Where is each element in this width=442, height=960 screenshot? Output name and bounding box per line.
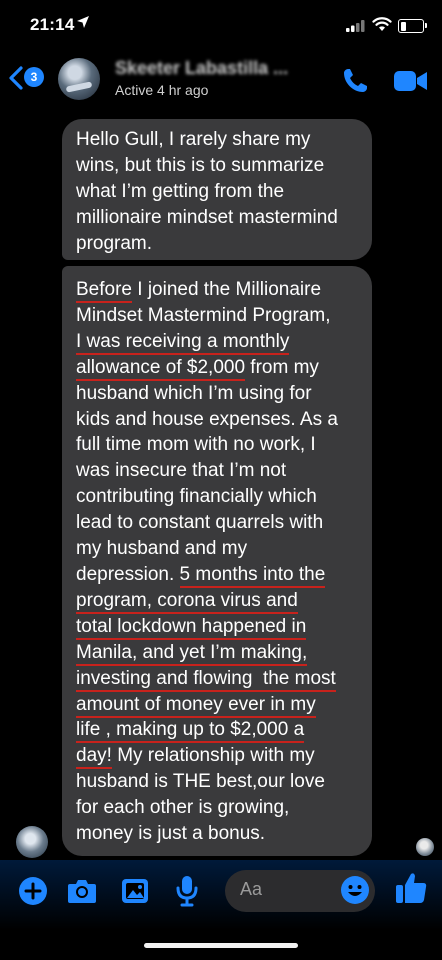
message-text: contributing financially which bbox=[76, 484, 358, 510]
message-text: millionaire mindset mastermind bbox=[76, 206, 338, 228]
message-text-segment: husband is THE best,our love bbox=[76, 771, 325, 793]
message-text: life , making up to $2,000 a bbox=[76, 717, 358, 744]
message-text-segment: depression. bbox=[76, 563, 180, 585]
message-text-segment: for each other is growing, bbox=[76, 797, 290, 819]
microphone-icon[interactable] bbox=[174, 874, 200, 908]
underlined-text: Before bbox=[76, 279, 132, 303]
unread-count-badge[interactable]: 3 bbox=[24, 67, 44, 87]
message-text-segment: was insecure that I’m not bbox=[76, 460, 287, 482]
message-text: day! My relationship with my bbox=[76, 743, 358, 770]
underlined-text: life , making up to $2,000 a bbox=[76, 719, 305, 744]
message-text-segment: full time mom with no work, I bbox=[76, 434, 316, 456]
back-chevron-icon[interactable] bbox=[8, 66, 24, 90]
status-time: 21:14 bbox=[30, 15, 75, 34]
thumbs-up-icon[interactable] bbox=[394, 870, 428, 906]
message-text: program, corona virus and bbox=[76, 588, 358, 614]
message-text-segment: kids and house expenses. As a bbox=[76, 408, 338, 430]
sender-avatar[interactable] bbox=[16, 826, 48, 858]
message-text: my husband and my bbox=[76, 536, 358, 562]
message-text-segment: money is just a bonus. bbox=[76, 823, 266, 845]
underlined-text: investing and flowing the most bbox=[76, 667, 336, 692]
message-text-segment: Mindset Mastermind Program, bbox=[76, 304, 331, 326]
message-text: husband which I’m using for bbox=[76, 381, 358, 407]
message-text: for each other is growing, bbox=[76, 795, 358, 821]
underlined-text: total lockdown happened in bbox=[76, 615, 307, 640]
message-text: was insecure that I’m not bbox=[76, 458, 358, 484]
location-arrow-icon bbox=[77, 16, 89, 28]
wifi-icon bbox=[372, 17, 392, 31]
message-text: I was receiving a monthly bbox=[76, 329, 358, 355]
message-text: kids and house expenses. As a bbox=[76, 407, 358, 433]
camera-icon[interactable] bbox=[66, 876, 98, 906]
message-text: Hello Gull, I rarely share my bbox=[76, 129, 311, 150]
message-text-segment: from my bbox=[245, 356, 319, 378]
seen-receipt-avatar bbox=[416, 838, 434, 856]
plus-icon[interactable] bbox=[18, 876, 48, 906]
message-text: husband is THE best,our love bbox=[76, 769, 358, 795]
message-bubble[interactable]: Hello Gull, I rarely share my wins, but … bbox=[62, 119, 372, 260]
underlined-text: 5 months into the bbox=[179, 563, 326, 588]
message-text-segment: lead to constant quarrels with bbox=[76, 512, 324, 534]
message-text: program. bbox=[76, 232, 153, 254]
underlined-text: allowance of $2,000 bbox=[76, 356, 246, 381]
battery-icon bbox=[398, 19, 427, 33]
contact-avatar[interactable] bbox=[58, 58, 100, 100]
home-indicator[interactable] bbox=[144, 943, 298, 948]
phone-icon[interactable] bbox=[340, 66, 370, 96]
message-text: full time mom with no work, I bbox=[76, 432, 358, 458]
signal-icon bbox=[346, 20, 365, 32]
message-text: Before I joined the Millionaire bbox=[76, 277, 358, 303]
underlined-text: day! bbox=[76, 745, 112, 770]
message-text-segment: contributing financially which bbox=[76, 486, 317, 508]
image-icon[interactable] bbox=[120, 876, 150, 906]
underlined-text: I was receiving a monthly bbox=[76, 330, 290, 355]
message-text: money is just a bonus. bbox=[76, 821, 358, 847]
message-text: Mindset Mastermind Program, bbox=[76, 303, 358, 329]
active-status: Active 4 hr ago bbox=[115, 82, 209, 98]
message-input-placeholder: Aa bbox=[240, 879, 263, 899]
message-text: allowance of $2,000 from my bbox=[76, 355, 358, 381]
message-text: Manila, and yet I’m making, bbox=[76, 640, 358, 666]
status-bar: 21:14 bbox=[0, 0, 442, 50]
message-text-segment: my husband and my bbox=[76, 538, 248, 560]
message-text: wins, but this is to summarize bbox=[76, 154, 325, 176]
message-text: investing and flowing the most bbox=[76, 666, 358, 692]
message-text: what I’m getting from the bbox=[76, 180, 285, 202]
video-camera-icon[interactable] bbox=[393, 69, 429, 93]
contact-name[interactable]: Skeeter Labastilla ... bbox=[115, 58, 288, 79]
message-text: amount of money ever in my bbox=[76, 692, 358, 718]
message-text-segment: My relationship with my bbox=[111, 745, 315, 767]
message-text: lead to constant quarrels with bbox=[76, 510, 358, 536]
message-text-segment: I joined the Millionaire bbox=[131, 279, 322, 300]
message-text: total lockdown happened in bbox=[76, 614, 358, 640]
underlined-text: amount of money ever in my bbox=[76, 693, 316, 718]
message-text-segment: husband which I’m using for bbox=[76, 382, 312, 404]
message-text: depression. 5 months into the bbox=[76, 562, 358, 588]
underlined-text: Manila, and yet I’m making, bbox=[76, 641, 308, 666]
underlined-text: program, corona virus and bbox=[76, 589, 298, 614]
message-bubble[interactable]: Before I joined the Millionaire Mindset M… bbox=[62, 266, 372, 856]
emoji-icon[interactable] bbox=[340, 875, 370, 905]
